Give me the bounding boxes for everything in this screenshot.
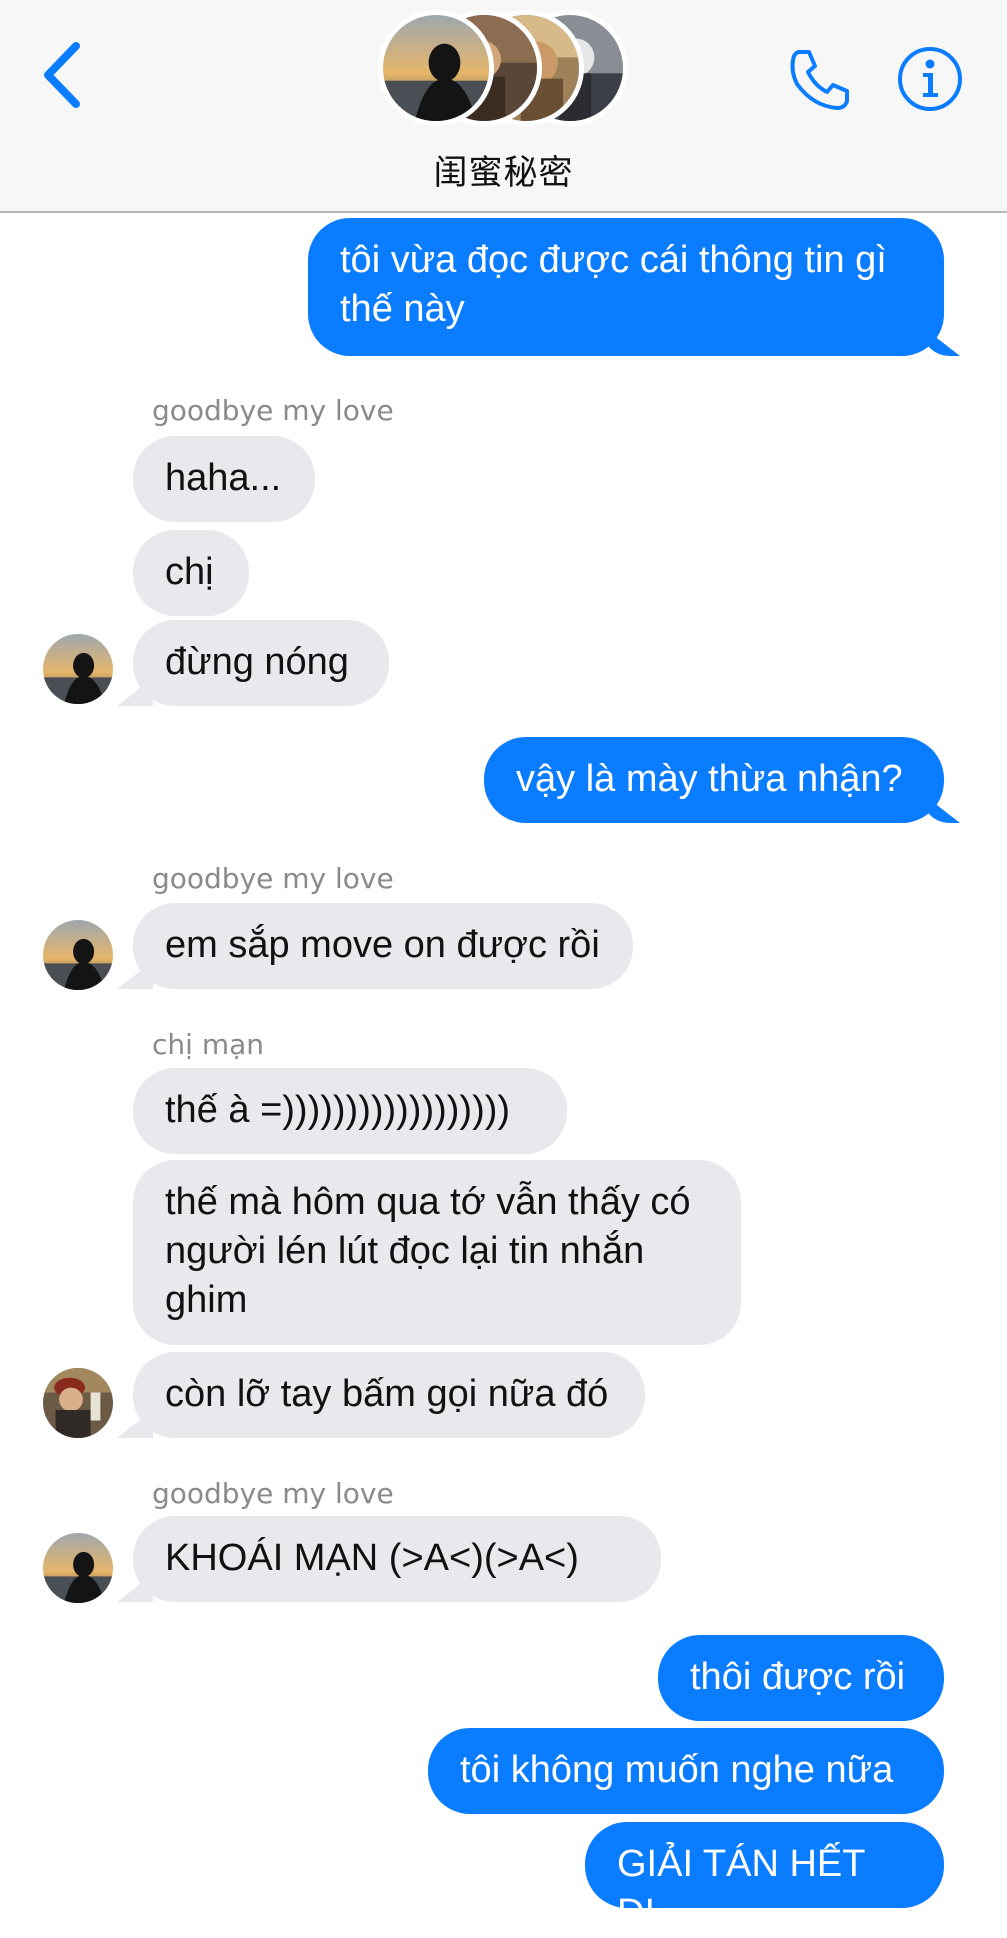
message-bubble-incoming[interactable]: thế à =)))))))))))))))))): [133, 1068, 567, 1154]
phone-icon: [790, 50, 849, 110]
message-bubble-incoming[interactable]: KHOÁI MẠN (>A<)(>A<): [133, 1516, 661, 1602]
sender-avatar[interactable]: [43, 920, 113, 990]
chat-header: 闺蜜秘密: [0, 0, 1007, 213]
message-bubble-outgoing[interactable]: vậy là mày thừa nhận?: [484, 737, 944, 823]
back-button[interactable]: [38, 40, 88, 110]
sender-name: chị mạn: [152, 1028, 264, 1061]
sender-name: goodbye my love: [152, 862, 394, 895]
message-bubble-outgoing[interactable]: GIẢI TÁN HẾT ĐI: [585, 1822, 944, 1934]
message-bubble-incoming[interactable]: đừng nóng: [133, 620, 389, 706]
sender-avatar[interactable]: [43, 1368, 113, 1438]
message-bubble-outgoing[interactable]: thôi được rồi: [658, 1635, 944, 1721]
sender-avatar[interactable]: [43, 634, 113, 704]
group-name[interactable]: 闺蜜秘密: [0, 145, 1007, 194]
info-button[interactable]: [896, 45, 964, 113]
message-bubble-incoming[interactable]: haha...: [133, 436, 315, 522]
message-bubble-outgoing[interactable]: tôi không muốn nghe nữa: [428, 1728, 944, 1814]
message-bubble-incoming[interactable]: em sắp move on được rồi: [133, 903, 633, 989]
group-avatars[interactable]: [378, 10, 628, 130]
chevron-left-icon: [44, 42, 80, 108]
sender-avatar[interactable]: [43, 1533, 113, 1603]
sender-name: goodbye my love: [152, 394, 394, 427]
message-bubble-incoming[interactable]: còn lỡ tay bấm gọi nữa đó: [133, 1352, 645, 1438]
group-member-avatar: [378, 10, 494, 126]
message-bubble-incoming[interactable]: thế mà hôm qua tớ vẫn thấy có người lén …: [133, 1160, 741, 1345]
info-icon: [898, 47, 962, 111]
message-bubble-incoming[interactable]: chị: [133, 530, 249, 616]
message-bubble-outgoing[interactable]: tôi vừa đọc được cái thông tin gì thế nà…: [308, 218, 944, 356]
sender-name: goodbye my love: [152, 1477, 394, 1510]
call-button[interactable]: [785, 44, 855, 114]
